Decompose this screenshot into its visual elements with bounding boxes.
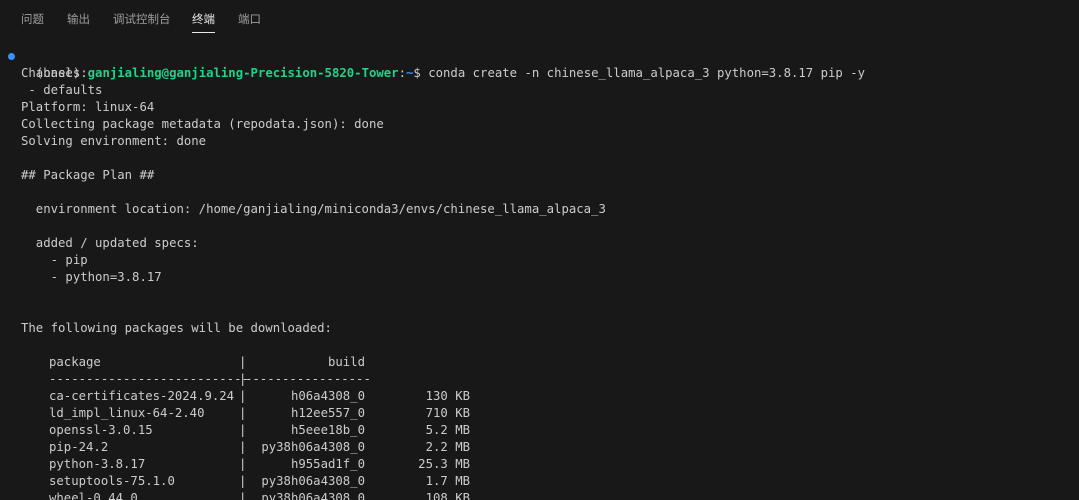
row-size: 5.2 MB <box>425 423 470 437</box>
table-row: openssl-3.0.15 | h5eee18b_0 5.2 MB <box>21 422 491 439</box>
row-sep: | <box>239 491 247 500</box>
header-sep: | <box>239 355 247 369</box>
prompt-symbol: $ <box>413 66 429 80</box>
row-package: ca-certificates-2024.9.24 <box>49 389 235 403</box>
table-row: wheel-0.44.0 | py38h06a4308_0 108 KB <box>21 490 491 500</box>
terminal-line: Platform: linux-64 <box>21 100 155 114</box>
panel-tab-bar: 问题 输出 调试控制台 终端 端口 <box>0 0 1079 38</box>
prompt-command: conda create -n chinese_llama_alpaca_3 p… <box>428 66 866 80</box>
tab-output[interactable]: 输出 <box>67 11 90 29</box>
prompt-colon: : <box>398 66 406 80</box>
row-build: py38h06a4308_0 <box>261 440 365 454</box>
tab-problems[interactable]: 问题 <box>21 11 44 29</box>
table-row: setuptools-75.1.0 | py38h06a4308_0 1.7 M… <box>21 473 491 490</box>
terminal-line: ## Package Plan ## <box>21 168 155 182</box>
row-sep: | <box>239 389 247 403</box>
row-size: 108 KB <box>425 491 470 500</box>
row-build: py38h06a4308_0 <box>261 474 365 488</box>
table-row: ca-certificates-2024.9.24 | h06a4308_0 1… <box>21 388 491 405</box>
row-sep: | <box>239 457 247 471</box>
terminal-line: added / updated specs: <box>21 236 199 250</box>
row-sep: | <box>239 474 247 488</box>
tab-ports[interactable]: 端口 <box>238 11 261 29</box>
rule-right: ----------------- <box>245 372 371 386</box>
package-table-header: package | build <box>21 354 491 371</box>
terminal-prompt-line: (base) ganjialing@ganjialing-Precision-5… <box>21 48 865 80</box>
terminal-line: Channels: <box>21 66 88 80</box>
header-package: package <box>49 355 101 369</box>
tab-debug-console[interactable]: 调试控制台 <box>113 11 171 29</box>
prompt-user-host: ganjialing@ganjialing-Precision-5820-Tow… <box>87 66 399 80</box>
row-package: pip-24.2 <box>49 440 109 454</box>
table-row: python-3.8.17 | h955ad1f_0 25.3 MB <box>21 456 491 473</box>
row-build: h955ad1f_0 <box>290 457 365 471</box>
terminal-line: - pip <box>21 253 88 267</box>
terminal-line: Collecting package metadata (repodata.js… <box>21 117 384 131</box>
row-build: h12ee557_0 <box>290 406 365 420</box>
row-package: openssl-3.0.15 <box>49 423 153 437</box>
tab-terminal-label: 终端 <box>192 12 215 26</box>
row-sep: | <box>239 423 247 437</box>
table-row: ld_impl_linux-64-2.40 | h12ee557_0 710 K… <box>21 405 491 422</box>
terminal-line: The following packages will be downloade… <box>21 321 332 335</box>
terminal-line: environment location: /home/ganjialing/m… <box>21 202 606 216</box>
terminal-line: Solving environment: done <box>21 134 207 148</box>
row-size: 25.3 MB <box>418 457 470 471</box>
row-size: 130 KB <box>425 389 470 403</box>
header-build: build <box>327 355 365 369</box>
active-tab-indicator <box>192 32 215 33</box>
row-package: wheel-0.44.0 <box>49 491 138 500</box>
row-size: 1.7 MB <box>425 474 470 488</box>
row-build: py38h06a4308_0 <box>261 491 365 500</box>
row-package: setuptools-75.1.0 <box>49 474 175 488</box>
row-sep: | <box>239 440 247 454</box>
terminal-line: - python=3.8.17 <box>21 270 162 284</box>
row-build: h5eee18b_0 <box>290 423 365 437</box>
command-status-dot-icon <box>8 53 15 60</box>
table-row: pip-24.2 | py38h06a4308_0 2.2 MB <box>21 439 491 456</box>
terminal-line: - defaults <box>21 83 103 97</box>
row-build: h06a4308_0 <box>290 389 365 403</box>
row-size: 2.2 MB <box>425 440 470 454</box>
tab-terminal[interactable]: 终端 <box>192 11 215 33</box>
row-sep: | <box>239 406 247 420</box>
rule-left: --------------------------- <box>49 372 249 386</box>
row-size: 710 KB <box>425 406 470 420</box>
package-table-rule: --------------------------- | ----------… <box>21 371 491 388</box>
row-package: ld_impl_linux-64-2.40 <box>49 406 205 420</box>
row-package: python-3.8.17 <box>49 457 146 471</box>
